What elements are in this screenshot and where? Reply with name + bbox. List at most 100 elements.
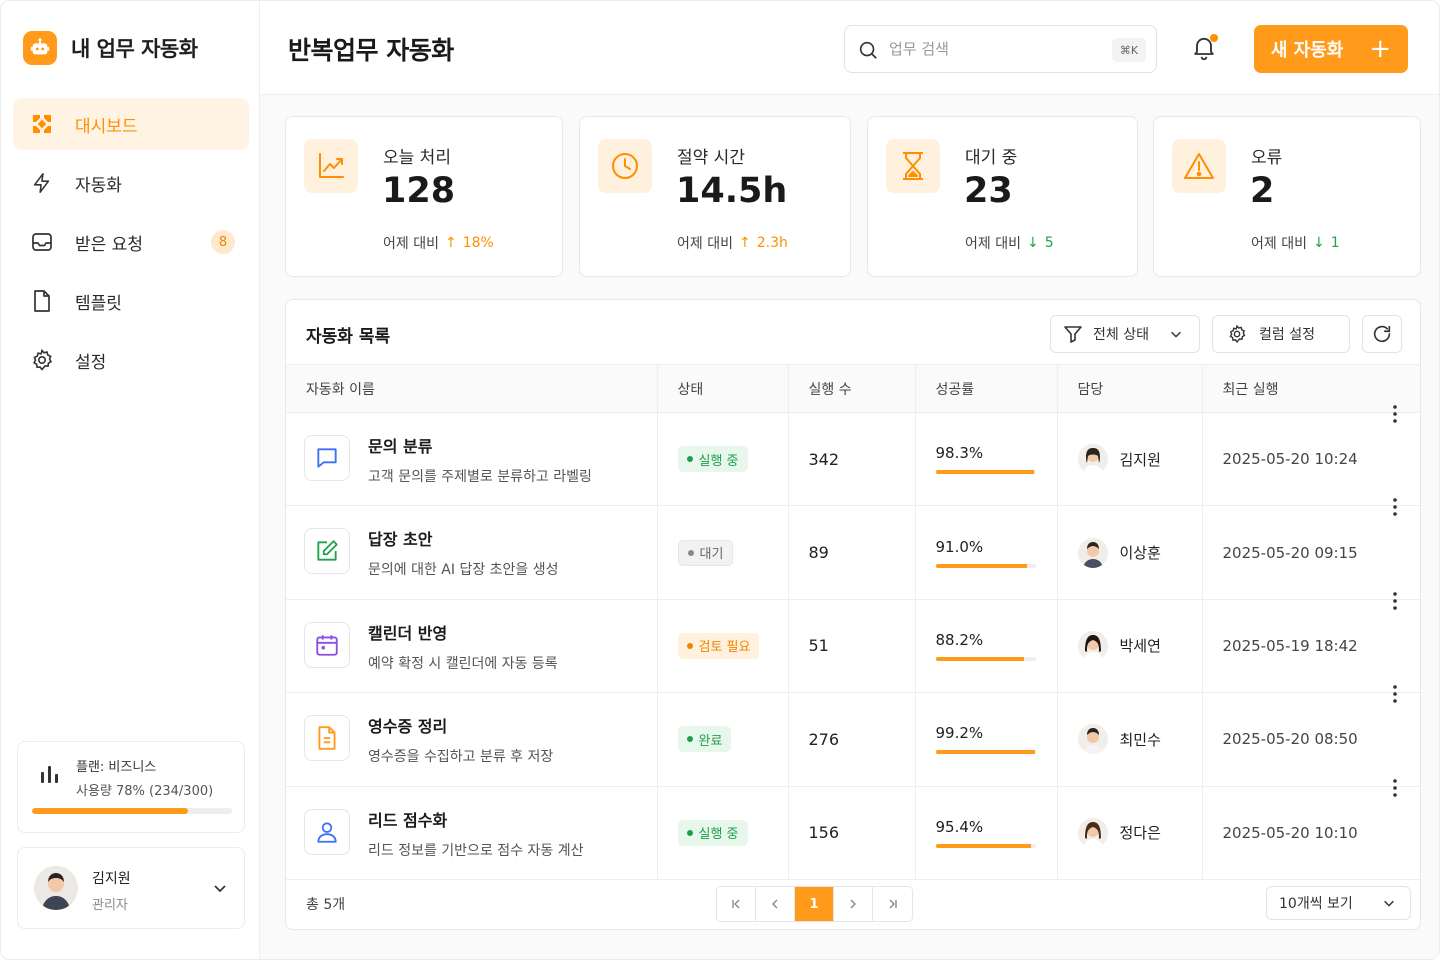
user-card[interactable]: 김지원 관리자 [17, 847, 245, 929]
status-cell: 검토 필요 [656, 599, 788, 694]
prev-page-button[interactable] [756, 887, 795, 921]
owner-name: 박세연 [1119, 637, 1161, 656]
owner-name: 이상훈 [1119, 544, 1161, 563]
sidebar-item-dashboard[interactable]: 대시보드 [13, 98, 249, 150]
status-cell: 실행 중 [656, 412, 788, 507]
plan-usage-bar [32, 808, 232, 814]
notification-button[interactable] [1190, 33, 1220, 63]
app-window: 내 업무 자동화 대시보드 자동화 받은 요청 8 템플릿 설정 플랜: 비즈니… [0, 0, 1440, 960]
refresh-button[interactable] [1362, 315, 1402, 353]
owner-cell: 최민수 [1056, 692, 1202, 787]
column-header[interactable]: 최근 실행 [1201, 364, 1420, 413]
filter-icon [1064, 326, 1082, 343]
runs-cell: 156 [787, 786, 915, 880]
plan-usage: 사용량 78% (234/300) [76, 784, 214, 799]
search-shortcut: ⌘K [1112, 38, 1146, 62]
stat-delta: 어제 대비 ↓ 5 [965, 233, 1054, 253]
owner-cell: 박세연 [1056, 599, 1202, 694]
sidebar-nav: 대시보드 자동화 받은 요청 8 템플릿 설정 [13, 98, 249, 393]
automation-name-cell[interactable]: 캘린더 반영 예약 확정 시 캘린더에 자동 등록 [286, 599, 657, 694]
table-row[interactable]: 캘린더 반영 예약 확정 시 캘린더에 자동 등록 검토 필요 51 88.2%… [286, 591, 1420, 694]
success-rate-value: 88.2% [935, 630, 984, 649]
automation-name-cell[interactable]: 답장 초안 문의에 대한 AI 답장 초안을 생성 [286, 505, 657, 600]
more-options-icon[interactable] [1392, 497, 1398, 521]
next-page-button[interactable] [834, 887, 873, 921]
first-page-button[interactable] [717, 887, 756, 921]
chevron-down-icon[interactable] [212, 880, 228, 900]
search-input[interactable] [889, 37, 1099, 61]
arrow-up-icon: ↑ [444, 235, 457, 251]
automation-name-cell[interactable]: 영수증 정리 영수증을 수집하고 분류 후 저장 [286, 692, 657, 787]
arrow-down-icon: ↓ [1026, 235, 1039, 251]
arrow-down-icon: ↓ [1312, 235, 1325, 251]
sidebar-item-requests[interactable]: 받은 요청 8 [13, 216, 249, 268]
plus-icon: + [1369, 34, 1392, 64]
column-header[interactable]: 상태 [656, 364, 788, 413]
last-run-cell: 2025-05-19 18:42 [1201, 591, 1420, 694]
clock-icon [598, 139, 652, 193]
last-run-value: 2025-05-20 10:10 [1222, 823, 1358, 842]
last-run-value: 2025-05-20 09:15 [1222, 543, 1358, 562]
success-rate-cell: 88.2% [914, 599, 1057, 694]
refresh-icon [1373, 325, 1391, 343]
user-icon [304, 808, 350, 855]
delta-label: 어제 대비 [1251, 236, 1307, 252]
status-badge: 대기 [677, 539, 734, 566]
last-page-button[interactable] [873, 887, 912, 921]
more-options-icon[interactable] [1392, 404, 1398, 428]
automation-title: 캘린더 반영 [368, 623, 448, 643]
sidebar-item-label: 대시보드 [75, 116, 138, 137]
user-name: 김지원 [92, 871, 131, 887]
per-page-dropdown[interactable]: 10개씩 보기 [1266, 886, 1411, 920]
chevron-down-icon [1384, 900, 1394, 907]
success-rate-bar [935, 470, 1036, 475]
total-count: 총 5개 [306, 897, 346, 913]
avatar [1077, 817, 1108, 848]
automation-name-cell[interactable]: 문의 분류 고객 문의를 주제별로 분류하고 라벨링 [286, 412, 657, 507]
avatar [1077, 537, 1108, 568]
table-row[interactable]: 리드 점수화 리드 정보를 기반으로 점수 자동 계산 실행 중 156 95.… [286, 778, 1420, 880]
last-run-value: 2025-05-20 10:24 [1222, 450, 1358, 469]
sidebar-item-settings[interactable]: 설정 [13, 334, 249, 386]
avatar [1077, 444, 1108, 475]
more-options-icon[interactable] [1392, 591, 1398, 615]
status-badge: 검토 필요 [677, 632, 760, 659]
column-header[interactable]: 성공률 [914, 364, 1057, 413]
sidebar-item-label: 자동화 [75, 175, 122, 196]
new-automation-button[interactable]: 새 자동화 + [1254, 25, 1408, 73]
automation-title: 답장 초안 [368, 530, 433, 550]
status-filter-dropdown[interactable]: 전체 상태 [1050, 315, 1200, 353]
success-rate-bar [935, 750, 1036, 755]
page-button-current[interactable]: 1 [795, 887, 834, 921]
table-row[interactable]: 영수증 정리 영수증을 수집하고 분류 후 저장 완료 276 99.2% 최민… [286, 685, 1420, 787]
table-row[interactable]: 문의 분류 고객 문의를 주제별로 분류하고 라벨링 실행 중 342 98.3… [286, 405, 1420, 507]
status-cell: 완료 [656, 692, 788, 787]
column-header[interactable]: 담당 [1056, 364, 1202, 413]
sidebar-item-templates[interactable]: 템플릿 [13, 275, 249, 327]
column-header[interactable]: 자동화 이름 [286, 364, 657, 413]
per-page-label: 10개씩 보기 [1279, 896, 1353, 912]
lightning-icon [29, 170, 55, 196]
more-options-icon[interactable] [1392, 778, 1398, 802]
automation-name-cell[interactable]: 리드 점수화 리드 정보를 기반으로 점수 자동 계산 [286, 786, 657, 880]
plan-card[interactable]: 플랜: 비즈니스 사용량 78% (234/300) [17, 741, 245, 833]
delta-label: 어제 대비 [965, 236, 1021, 252]
table-row[interactable]: 답장 초안 문의에 대한 AI 답장 초안을 생성 대기 89 91.0% 이상… [286, 498, 1420, 600]
more-options-icon[interactable] [1392, 684, 1398, 708]
filter-label: 전체 상태 [1093, 327, 1149, 343]
document-icon [29, 288, 55, 314]
chevron-right-icon [850, 899, 856, 909]
hourglass-icon [886, 139, 940, 193]
last-page-icon [889, 899, 897, 909]
search-box[interactable]: ⌘K [844, 25, 1157, 73]
panel-title: 자동화 목록 [306, 327, 391, 347]
success-rate-fill [935, 843, 1031, 848]
column-header[interactable]: 실행 수 [787, 364, 915, 413]
status-badge: 완료 [677, 726, 732, 753]
success-rate-fill [935, 656, 1024, 661]
arrow-up-icon: ↑ [738, 235, 751, 251]
column-settings-button[interactable]: 컬럼 설정 [1212, 315, 1350, 353]
brand[interactable]: 내 업무 자동화 [23, 31, 198, 65]
sidebar-item-automation[interactable]: 자동화 [13, 157, 249, 209]
automation-table: 자동화 이름 상태 실행 수 성공률 담당 최근 실행 문의 분류 고객 문의를… [286, 364, 1420, 880]
